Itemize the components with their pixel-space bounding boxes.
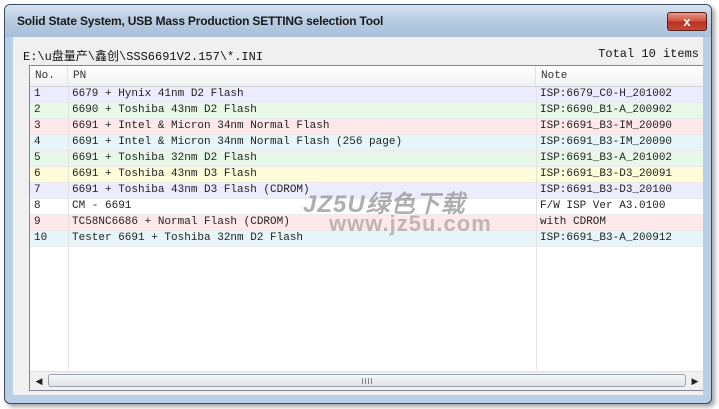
scroll-right-arrow-icon[interactable]: ▶	[687, 373, 703, 389]
row-number: 7	[34, 184, 41, 196]
app-window: Solid State System, USB Mass Production …	[4, 4, 712, 404]
title-bar[interactable]: Solid State System, USB Mass Production …	[5, 5, 711, 37]
row-note: ISP:6691_B3-IM_20090	[540, 120, 673, 132]
horizontal-scrollbar[interactable]: ◀ ▶	[30, 371, 703, 390]
row-note: ISP:6691_B3-A_200912	[540, 232, 673, 244]
row-note: with CDROM	[540, 216, 607, 228]
row-note: ISP:6690_B1-A_200902	[540, 104, 673, 116]
table-row[interactable]: 4 6691 + Intel & Micron 34nm Normal Flash…	[30, 135, 703, 151]
client-area: E:\u盘量产\鑫创\SSS6691V2.157\*.INI Total 10 …	[13, 37, 703, 395]
row-number: 4	[34, 136, 41, 148]
row-note: F/W ISP Ver A3.0100	[540, 200, 666, 212]
ini-path-label: E:\u盘量产\鑫创\SSS6691V2.157\*.INI	[23, 50, 264, 64]
close-icon: x	[683, 14, 691, 29]
row-number: 8	[34, 200, 41, 212]
row-pn: 6691 + Intel & Micron 34nm Normal Flash …	[72, 136, 403, 148]
grip-icon	[362, 378, 372, 384]
column-header-no[interactable]: No.	[30, 66, 68, 86]
table-row[interactable]: 2 6690 + Toshiba 43nm D2 Flash ISP:6690_B1…	[30, 103, 703, 119]
row-number: 2	[34, 104, 41, 116]
column-divider	[68, 87, 69, 370]
row-note: ISP:6691_B3-D3_20100	[540, 184, 673, 196]
table-row[interactable]: 3 6691 + Intel & Micron 34nm Normal Flash…	[30, 119, 703, 135]
list-header: No. PN Note	[30, 66, 703, 87]
row-number: 10	[34, 232, 48, 244]
row-pn: 6691 + Toshiba 32nm D2 Flash	[72, 152, 257, 164]
column-header-pn[interactable]: PN	[68, 66, 536, 86]
scrollbar-thumb[interactable]	[48, 374, 686, 387]
row-number: 5	[34, 152, 41, 164]
table-row[interactable]: 1 6679 + Hynix 41nm D2 Flash ISP:6679_C0-H…	[30, 87, 703, 103]
column-divider	[536, 87, 537, 370]
row-number: 9	[34, 216, 41, 228]
scroll-left-arrow-icon[interactable]: ◀	[31, 373, 47, 389]
total-items-label: Total 10 items	[598, 47, 699, 61]
row-number: 1	[34, 88, 41, 100]
column-header-note[interactable]: Note	[536, 66, 703, 86]
row-pn: 6690 + Toshiba 43nm D2 Flash	[72, 104, 257, 116]
table-row[interactable]: 5 6691 + Toshiba 32nm D2 Flash ISP:6691_B3…	[30, 151, 703, 167]
row-number: 3	[34, 120, 41, 132]
table-row[interactable]: 6 6691 + Toshiba 43nm D3 Flash ISP:6691_B3…	[30, 167, 703, 183]
close-button[interactable]: x	[667, 12, 707, 31]
watermark-url: www.jz5u.com	[329, 211, 492, 236]
row-note: ISP:6691_B3-IM_20090	[540, 136, 673, 148]
window-title: Solid State System, USB Mass Production …	[17, 14, 384, 28]
row-note: ISP:6691_B3-A_201002	[540, 152, 673, 164]
row-number: 6	[34, 168, 41, 180]
row-pn: 6691 + Intel & Micron 34nm Normal Flash	[72, 120, 330, 132]
row-pn: 6679 + Hynix 41nm D2 Flash	[72, 88, 244, 100]
row-pn: 6691 + Toshiba 43nm D3 Flash	[72, 168, 257, 180]
row-note: ISP:6691_B3-D3_20091	[540, 168, 673, 180]
row-note: ISP:6679_C0-H_201002	[540, 88, 673, 100]
